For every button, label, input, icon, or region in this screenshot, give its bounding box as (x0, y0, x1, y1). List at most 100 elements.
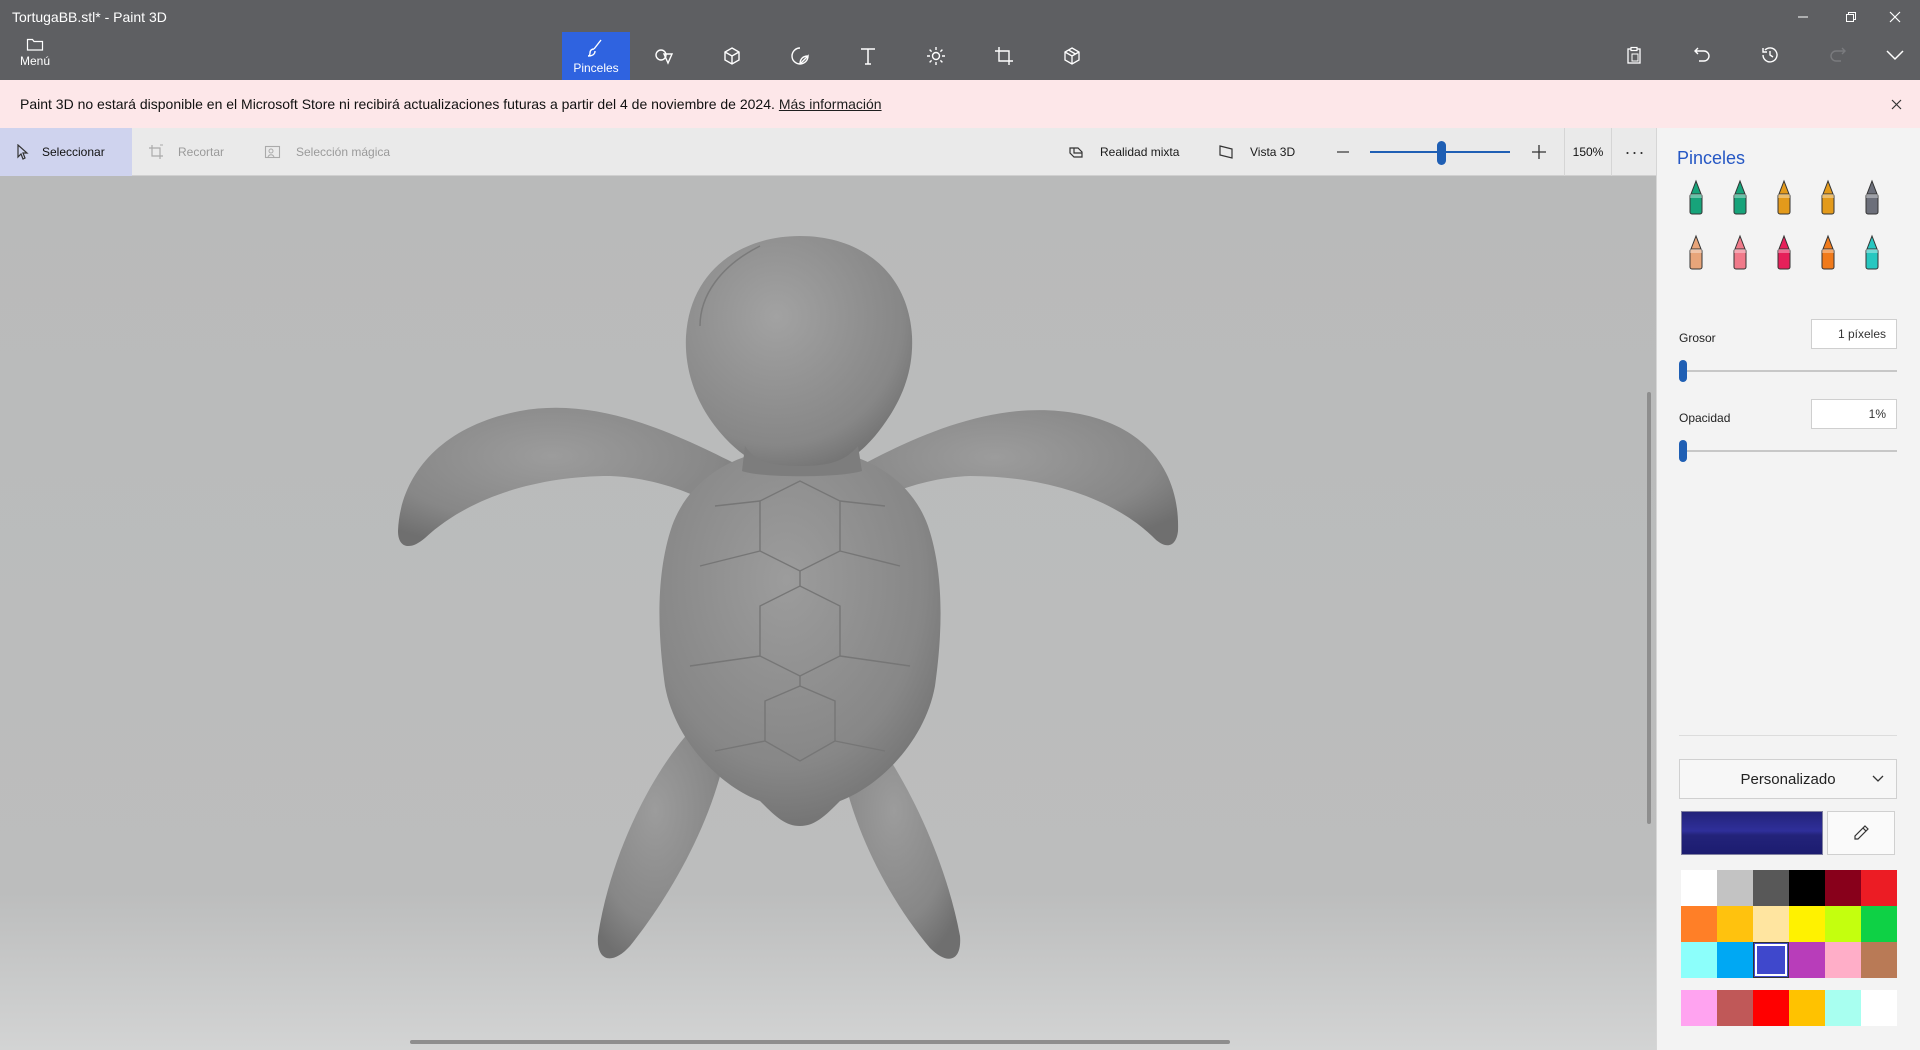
marker-icon (1689, 179, 1703, 215)
pencil-icon (1689, 234, 1703, 270)
thickness-field[interactable]: 1 píxeles (1811, 319, 1897, 349)
redo-button[interactable] (1821, 38, 1855, 72)
color-swatch[interactable] (1825, 870, 1861, 906)
close-icon (1891, 99, 1901, 109)
effects-sun-icon (927, 47, 945, 65)
mixed-reality-button[interactable]: Realidad mixta (1068, 128, 1179, 176)
crop-button[interactable]: Recortar (148, 128, 224, 176)
tool-text[interactable] (834, 32, 902, 80)
custom-color-swatch[interactable] (1753, 990, 1789, 1026)
color-swatch[interactable] (1681, 942, 1717, 978)
color-swatch[interactable] (1753, 906, 1789, 942)
thickness-slider-thumb[interactable] (1679, 360, 1687, 382)
secondary-toolbar: Seleccionar Recortar Selección mágica Re… (0, 128, 1656, 176)
brush-watercolor[interactable] (1811, 176, 1845, 220)
restore-button[interactable] (1828, 4, 1874, 30)
banner-more-info-link[interactable]: Más información (779, 96, 882, 112)
undo-button[interactable] (1685, 38, 1719, 72)
banner-close-button[interactable] (1886, 94, 1906, 114)
brush-marker[interactable] (1679, 176, 1713, 220)
zoom-out-button[interactable] (1328, 128, 1358, 176)
opacity-label: Opacidad (1679, 411, 1731, 425)
vertical-scrollbar[interactable] (1647, 392, 1651, 824)
3d-cube-icon (724, 47, 740, 65)
brush-crayon[interactable] (1767, 231, 1801, 275)
oil-brush-icon (1777, 179, 1791, 215)
brush-spray-can[interactable] (1811, 231, 1845, 275)
brush-fill-bucket[interactable] (1855, 231, 1889, 275)
palette-mode-dropdown[interactable]: Personalizado (1679, 759, 1897, 799)
color-swatch[interactable] (1789, 870, 1825, 906)
paste-icon (1627, 46, 1641, 64)
select-button[interactable]: Seleccionar (0, 128, 132, 176)
color-swatch[interactable] (1681, 906, 1717, 942)
opacity-slider-thumb[interactable] (1679, 440, 1687, 462)
window-title: TortugaBB.stl* - Paint 3D (12, 9, 167, 25)
restore-icon (1846, 12, 1856, 22)
history-button[interactable] (1753, 38, 1787, 72)
color-swatch[interactable] (1861, 942, 1897, 978)
tool-3d-shapes[interactable] (698, 32, 766, 80)
zoom-slider-thumb[interactable] (1437, 141, 1446, 165)
custom-color-swatch[interactable] (1717, 990, 1753, 1026)
custom-color-swatch[interactable] (1681, 990, 1717, 1026)
eyedropper-button[interactable] (1827, 811, 1895, 855)
brush-oil-brush[interactable] (1767, 176, 1801, 220)
menu-button[interactable]: Menú (10, 36, 60, 76)
panel-title: Pinceles (1677, 148, 1746, 168)
color-swatch[interactable] (1753, 942, 1789, 978)
command-bar: TortugaBB.stl* - Paint 3D Menú Pinceles (0, 0, 1920, 80)
custom-color-swatch[interactable] (1861, 990, 1897, 1026)
zoom-percentage[interactable]: 150% (1564, 128, 1612, 176)
canvas-3d-viewport[interactable] (0, 176, 1656, 1050)
opacity-slider-track[interactable] (1679, 450, 1897, 452)
deprecation-banner: Paint 3D no estará disponible en el Micr… (0, 80, 1920, 128)
color-swatch[interactable] (1681, 870, 1717, 906)
custom-color-swatch[interactable] (1789, 990, 1825, 1026)
brush-pixel-pen[interactable] (1855, 176, 1889, 220)
magic-select-button[interactable]: Selección mágica (264, 128, 390, 176)
minus-icon (1337, 151, 1349, 153)
color-swatch[interactable] (1861, 906, 1897, 942)
brush-eraser[interactable] (1723, 231, 1757, 275)
tool-brushes[interactable]: Pinceles (562, 32, 630, 80)
color-swatch[interactable] (1717, 870, 1753, 906)
color-swatch[interactable] (1825, 906, 1861, 942)
tool-2d-shapes[interactable] (630, 32, 698, 80)
crop-icon (149, 144, 163, 159)
eyedropper-icon (1854, 825, 1869, 840)
color-swatch[interactable] (1717, 906, 1753, 942)
2d-shapes-icon (655, 49, 674, 65)
mixed-reality-label: Realidad mixta (1100, 145, 1180, 159)
tool-canvas[interactable] (970, 32, 1038, 80)
turtle-3d-model[interactable] (0, 176, 1656, 1050)
brush-calligraphy-pen[interactable] (1723, 176, 1757, 220)
thickness-slider-track[interactable] (1679, 370, 1897, 372)
zoom-in-button[interactable] (1524, 128, 1554, 176)
turtle-rear-left-flipper (597, 731, 725, 959)
expand-toolbar-button[interactable] (1878, 38, 1912, 72)
minimize-button[interactable] (1780, 4, 1826, 30)
color-swatch[interactable] (1789, 906, 1825, 942)
custom-color-swatch[interactable] (1825, 990, 1861, 1026)
horizontal-scrollbar[interactable] (410, 1040, 1230, 1044)
color-swatch[interactable] (1753, 870, 1789, 906)
close-window-button[interactable] (1872, 4, 1918, 30)
color-swatch[interactable] (1717, 942, 1753, 978)
color-swatch[interactable] (1825, 942, 1861, 978)
paste-button[interactable] (1617, 38, 1651, 72)
tool-effects[interactable] (902, 32, 970, 80)
view-3d-button[interactable]: Vista 3D (1218, 128, 1295, 176)
color-swatch[interactable] (1861, 870, 1897, 906)
opacity-field[interactable]: 1% (1811, 399, 1897, 429)
menu-label: Menú (19, 54, 51, 68)
view-3d-label: Vista 3D (1250, 145, 1296, 159)
tool-3d-library[interactable] (1038, 32, 1106, 80)
color-swatch[interactable] (1789, 942, 1825, 978)
brush-pencil[interactable] (1679, 231, 1713, 275)
current-color-swatch[interactable] (1681, 811, 1823, 855)
calligraphy-pen-icon (1733, 179, 1747, 215)
panel-divider (1679, 735, 1897, 736)
more-options-button[interactable]: ··· (1618, 128, 1652, 176)
tool-stickers[interactable] (766, 32, 834, 80)
